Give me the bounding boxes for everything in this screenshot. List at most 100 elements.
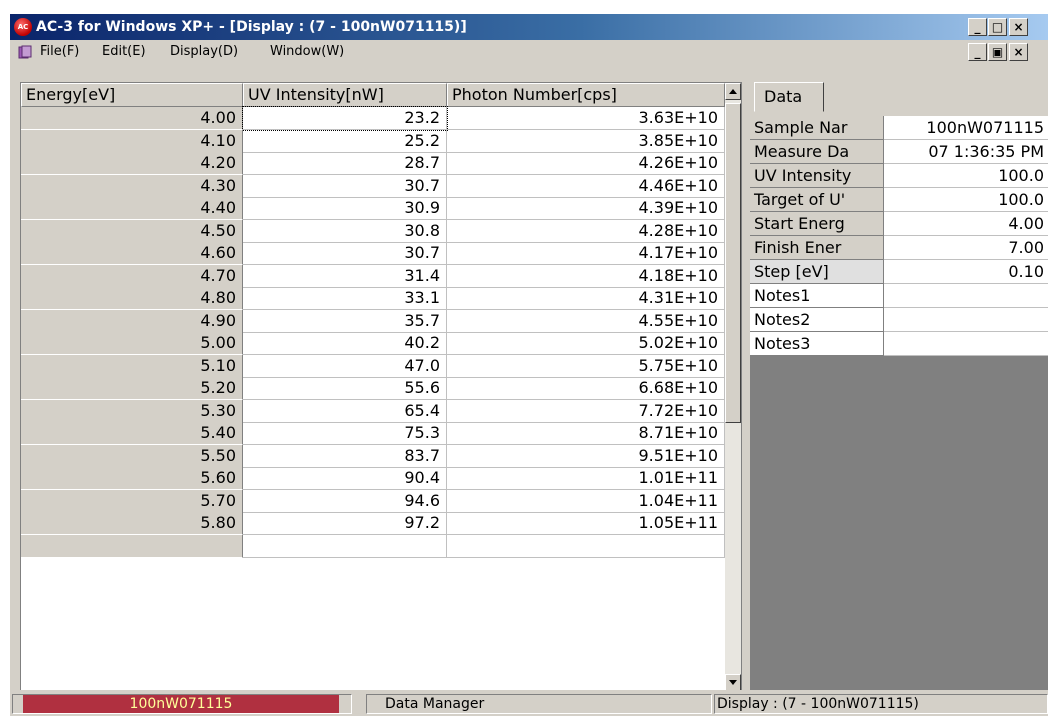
menu-file[interactable]: File(F): [40, 40, 79, 64]
uv-intensity-cell[interactable]: 97.2: [243, 512, 447, 535]
menu-edit[interactable]: Edit(E): [102, 40, 146, 64]
property-row[interactable]: Notes1: [750, 284, 1048, 308]
uv-intensity-cell[interactable]: 30.7: [243, 174, 447, 198]
uv-intensity-cell[interactable]: 65.4: [243, 399, 447, 423]
energy-cell[interactable]: 5.70: [21, 489, 243, 513]
energy-cell[interactable]: 4.60: [21, 242, 243, 265]
scroll-up-button[interactable]: [725, 83, 741, 100]
photon-number-cell[interactable]: 4.28E+10: [447, 219, 725, 243]
uv-intensity-cell[interactable]: 31.4: [243, 264, 447, 288]
uv-intensity-cell[interactable]: 83.7: [243, 444, 447, 468]
table-row[interactable]: 5.60 90.4 1.01E+11: [21, 467, 725, 490]
scroll-thumb[interactable]: [725, 103, 741, 423]
tab-data[interactable]: Data: [754, 82, 824, 112]
table-row[interactable]: 4.90 35.7 4.55E+10: [21, 309, 725, 333]
photon-number-cell[interactable]: 4.18E+10: [447, 264, 725, 288]
scroll-down-button[interactable]: [725, 674, 741, 691]
uv-intensity-cell[interactable]: 90.4: [243, 467, 447, 490]
data-table[interactable]: Energy[eV] UV Intensity[nW] Photon Numbe…: [20, 82, 742, 692]
column-header-photon-number[interactable]: Photon Number[cps]: [447, 83, 725, 107]
vertical-scrollbar[interactable]: [725, 83, 741, 691]
uv-intensity-cell[interactable]: 25.2: [243, 129, 447, 153]
photon-number-cell[interactable]: 4.31E+10: [447, 287, 725, 310]
table-row[interactable]: 4.30 30.7 4.46E+10: [21, 174, 725, 198]
energy-cell[interactable]: 5.10: [21, 354, 243, 378]
table-row[interactable]: 5.50 83.7 9.51E+10: [21, 444, 725, 468]
photon-number-cell[interactable]: 1.04E+11: [447, 489, 725, 513]
uv-intensity-cell[interactable]: 55.6: [243, 377, 447, 400]
energy-cell[interactable]: 4.70: [21, 264, 243, 288]
close-button[interactable]: ×: [1009, 18, 1028, 36]
table-row[interactable]: 4.00 23.2 3.63E+10: [21, 106, 725, 131]
uv-intensity-cell[interactable]: 94.6: [243, 489, 447, 513]
property-value[interactable]: [884, 332, 1048, 356]
uv-intensity-cell[interactable]: 35.7: [243, 309, 447, 333]
property-row[interactable]: Start Energ 4.00: [750, 212, 1048, 236]
title-bar[interactable]: AC AC-3 for Windows XP+ - [Display : (7 …: [10, 14, 1048, 40]
table-row[interactable]: 5.40 75.3 8.71E+10: [21, 422, 725, 445]
energy-cell[interactable]: 4.40: [21, 197, 243, 220]
table-row[interactable]: 5.20 55.6 6.68E+10: [21, 377, 725, 400]
property-value[interactable]: [884, 308, 1048, 332]
table-row[interactable]: 4.20 28.7 4.26E+10: [21, 152, 725, 175]
photon-number-cell[interactable]: 5.75E+10: [447, 354, 725, 378]
energy-cell[interactable]: 5.80: [21, 512, 243, 535]
child-close-button[interactable]: ×: [1009, 43, 1028, 61]
photon-number-cell[interactable]: 3.85E+10: [447, 129, 725, 153]
table-row[interactable]: 5.00 40.2 5.02E+10: [21, 332, 725, 355]
energy-cell[interactable]: 5.00: [21, 332, 243, 355]
property-value[interactable]: 07 1:36:35 PM: [884, 140, 1048, 164]
maximize-button[interactable]: □: [988, 18, 1007, 36]
property-row[interactable]: Measure Da 07 1:36:35 PM: [750, 140, 1048, 164]
energy-cell[interactable]: 4.20: [21, 152, 243, 175]
uv-intensity-cell[interactable]: 30.8: [243, 219, 447, 243]
property-value[interactable]: 4.00: [884, 212, 1048, 236]
property-row[interactable]: Notes2: [750, 308, 1048, 332]
energy-cell[interactable]: 5.50: [21, 444, 243, 468]
photon-number-cell[interactable]: 5.02E+10: [447, 332, 725, 355]
property-row[interactable]: Notes3: [750, 332, 1048, 356]
property-value[interactable]: [884, 284, 1048, 308]
uv-intensity-cell[interactable]: 28.7: [243, 152, 447, 175]
property-row[interactable]: Finish Ener 7.00: [750, 236, 1048, 260]
property-value[interactable]: 0.10: [884, 260, 1048, 284]
energy-cell[interactable]: 4.50: [21, 219, 243, 243]
menu-display[interactable]: Display(D): [170, 40, 238, 64]
app-icon[interactable]: AC: [14, 18, 32, 36]
photon-number-cell[interactable]: 4.26E+10: [447, 152, 725, 175]
property-value[interactable]: 100nW071115: [884, 116, 1048, 140]
document-icon[interactable]: [18, 45, 32, 59]
property-row[interactable]: Sample Nar 100nW071115: [750, 116, 1048, 140]
energy-cell[interactable]: 4.80: [21, 287, 243, 310]
energy-cell[interactable]: 4.30: [21, 174, 243, 198]
uv-intensity-cell[interactable]: 30.7: [243, 242, 447, 265]
energy-cell[interactable]: 5.30: [21, 399, 243, 423]
column-header-energy[interactable]: Energy[eV]: [21, 83, 243, 107]
table-row[interactable]: 4.50 30.8 4.28E+10: [21, 219, 725, 243]
column-header-uv-intensity[interactable]: UV Intensity[nW]: [243, 83, 447, 107]
energy-cell[interactable]: 5.20: [21, 377, 243, 400]
photon-number-cell[interactable]: 7.72E+10: [447, 399, 725, 423]
uv-intensity-cell[interactable]: 33.1: [243, 287, 447, 310]
property-row[interactable]: Target of U' 100.0: [750, 188, 1048, 212]
table-row[interactable]: 5.80 97.2 1.05E+11: [21, 512, 725, 535]
child-minimize-button[interactable]: _: [968, 43, 987, 61]
photon-number-cell[interactable]: 8.71E+10: [447, 422, 725, 445]
energy-cell[interactable]: 4.00: [21, 107, 243, 130]
photon-number-cell[interactable]: 4.39E+10: [447, 197, 725, 220]
menu-window[interactable]: Window(W): [270, 40, 344, 64]
photon-number-cell[interactable]: 1.01E+11: [447, 467, 725, 490]
property-value[interactable]: 7.00: [884, 236, 1048, 260]
photon-number-cell[interactable]: 4.55E+10: [447, 309, 725, 333]
child-restore-button[interactable]: ▣: [988, 43, 1007, 61]
minimize-button[interactable]: _: [968, 18, 987, 36]
uv-intensity-cell[interactable]: 30.9: [243, 197, 447, 220]
table-row[interactable]: 5.10 47.0 5.75E+10: [21, 354, 725, 378]
energy-cell[interactable]: 5.60: [21, 467, 243, 490]
property-value[interactable]: 100.0: [884, 188, 1048, 212]
photon-number-cell[interactable]: 3.63E+10: [447, 107, 725, 130]
energy-cell[interactable]: 4.10: [21, 129, 243, 153]
energy-cell[interactable]: 4.90: [21, 309, 243, 333]
uv-intensity-cell[interactable]: 47.0: [243, 354, 447, 378]
table-row[interactable]: 4.60 30.7 4.17E+10: [21, 242, 725, 265]
